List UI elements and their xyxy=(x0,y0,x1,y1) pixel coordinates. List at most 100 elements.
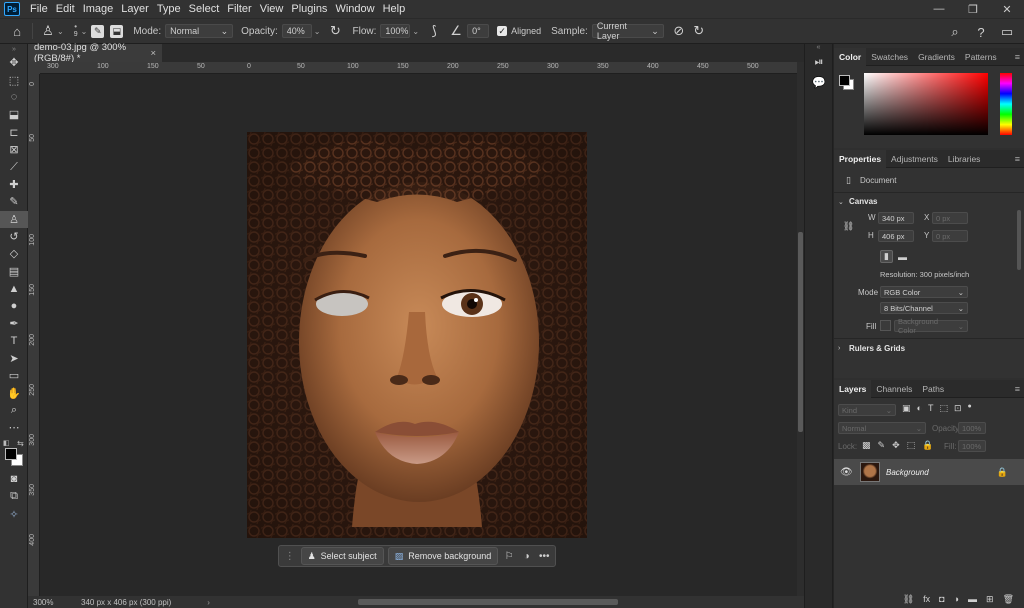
move-tool-icon[interactable]: ✥ xyxy=(0,54,28,71)
preset-chevron-icon[interactable]: ⌄ xyxy=(57,27,64,36)
menu-window[interactable]: Window xyxy=(331,3,378,15)
gradient-tool-icon[interactable]: ▤ xyxy=(0,263,28,280)
shape-filter-icon[interactable]: ⬚ xyxy=(939,403,948,414)
menu-filter[interactable]: Filter xyxy=(223,3,255,15)
fill-color-swatch[interactable] xyxy=(880,320,891,331)
minimize-button[interactable]: — xyxy=(922,0,956,18)
height-input[interactable]: 406 px xyxy=(878,230,914,242)
close-window-button[interactable]: ✕ xyxy=(990,0,1024,18)
canvas-collapse-icon[interactable]: ⌄ xyxy=(838,198,844,206)
menu-layer[interactable]: Layer xyxy=(117,3,153,15)
portrait-orientation-icon[interactable]: ▮ xyxy=(880,250,893,263)
tab-patterns[interactable]: Patterns xyxy=(960,48,1002,66)
home-icon[interactable]: ⌂ xyxy=(8,22,26,40)
width-input[interactable]: 340 px xyxy=(878,212,914,224)
document-info[interactable]: 340 px x 406 px (300 ppi) xyxy=(81,598,171,607)
document-canvas[interactable] xyxy=(40,74,797,596)
canvas-section-title[interactable]: Canvas xyxy=(849,197,877,206)
menu-help[interactable]: Help xyxy=(379,3,410,15)
marquee-tool-icon[interactable]: ⬚ xyxy=(0,71,28,88)
landscape-orientation-icon[interactable]: ▬ xyxy=(896,250,909,263)
clone-source-icon[interactable]: ⬓ xyxy=(110,24,124,38)
color-field[interactable] xyxy=(864,73,988,135)
color-fg-swatch[interactable] xyxy=(839,75,850,86)
hand-tool-icon[interactable]: ✋ xyxy=(0,384,28,401)
pixel-filter-icon[interactable]: ▣ xyxy=(902,403,911,414)
layer-lock-icon[interactable]: 🔒 xyxy=(997,467,1008,478)
collapse-toolbar-icon[interactable]: » xyxy=(0,44,28,54)
flow-chevron-icon[interactable]: ⌄ xyxy=(412,27,419,36)
flow-input[interactable]: 100% xyxy=(380,24,411,38)
new-layer-icon[interactable]: ⊞ xyxy=(986,594,994,605)
link-layers-icon[interactable]: ⛓ xyxy=(903,594,914,605)
object-selection-tool-icon[interactable]: ⬓ xyxy=(0,106,28,123)
lock-artboard-icon[interactable]: ⬚ xyxy=(907,440,916,451)
smart-object-filter-icon[interactable]: ⊡ xyxy=(954,403,962,414)
mode-select[interactable]: Normal ⌄ xyxy=(165,24,234,38)
more-options-button[interactable]: ••• xyxy=(537,548,551,564)
menu-image[interactable]: Image xyxy=(79,3,118,15)
layer-opacity-input[interactable]: 100% xyxy=(958,422,986,434)
status-menu-icon[interactable]: › xyxy=(207,598,210,607)
vertical-ruler[interactable]: 0 50 100 150 200 250 300 350 400 xyxy=(28,74,40,596)
quick-mask-icon[interactable]: ◙ xyxy=(0,471,28,488)
sample-select[interactable]: Current Layer ⌄ xyxy=(591,21,664,41)
ruler-origin[interactable] xyxy=(28,62,40,74)
default-colors-icon[interactable]: ◧ xyxy=(3,439,10,447)
pressure-opacity-icon[interactable]: ↻ xyxy=(327,22,345,40)
tab-channels[interactable]: Channels xyxy=(871,380,917,398)
adjustment-filter-icon[interactable]: ◐ xyxy=(917,403,922,414)
menu-plugins[interactable]: Plugins xyxy=(287,3,331,15)
brush-size-picker[interactable]: • 9 xyxy=(74,23,78,39)
horizontal-ruler[interactable]: 300 100 150 50 0 50 100 150 200 250 300 … xyxy=(40,62,797,74)
clone-stamp-tool-icon[interactable]: ♙ xyxy=(0,210,28,228)
generative-icon[interactable]: ✧ xyxy=(0,505,28,522)
tab-paths[interactable]: Paths xyxy=(917,380,949,398)
drag-handle-icon[interactable]: ⋮ xyxy=(283,548,297,564)
layer-style-icon[interactable]: fx xyxy=(923,594,930,604)
type-filter-icon[interactable]: T xyxy=(928,403,934,414)
maximize-button[interactable]: ❐ xyxy=(956,0,990,18)
comments-panel-icon[interactable]: 💬 xyxy=(805,72,833,92)
visibility-eye-icon[interactable]: 👁 xyxy=(840,467,854,478)
photoshop-logo[interactable]: Ps xyxy=(4,2,20,16)
swap-colors-icon[interactable]: ⇆ xyxy=(17,439,24,448)
panel-menu-icon[interactable]: ≡ xyxy=(1015,154,1020,164)
rectangle-tool-icon[interactable]: ▭ xyxy=(0,367,28,384)
layer-fill-input[interactable]: 100% xyxy=(958,440,986,452)
tab-color[interactable]: Color xyxy=(834,47,867,66)
opacity-input[interactable]: 40% xyxy=(281,24,312,38)
panel-menu-icon[interactable]: ≡ xyxy=(1015,384,1020,394)
collapse-icon[interactable]: « xyxy=(805,44,832,52)
lasso-tool-icon[interactable]: ◌ xyxy=(0,89,28,106)
tab-adjustments[interactable]: Adjustments xyxy=(886,150,943,168)
lock-all-icon[interactable]: 🔒 xyxy=(922,440,933,451)
crop-tool-icon[interactable]: ⊏ xyxy=(0,124,28,141)
tab-swatches[interactable]: Swatches xyxy=(866,48,913,66)
foreground-color-swatch[interactable] xyxy=(5,447,17,460)
history-brush-tool-icon[interactable]: ↺ xyxy=(0,228,28,245)
remove-background-button[interactable]: ▨ Remove background xyxy=(387,547,499,565)
hue-slider[interactable] xyxy=(1000,73,1012,135)
bit-depth-select[interactable]: 8 Bits/Channel ⌄ xyxy=(880,302,968,314)
panel-menu-icon[interactable]: ≡ xyxy=(1015,52,1020,62)
blur-tool-icon[interactable]: ▲ xyxy=(0,280,28,297)
menu-type[interactable]: Type xyxy=(153,3,185,15)
properties-scrollbar[interactable] xyxy=(1017,210,1021,270)
vertical-scrollbar[interactable] xyxy=(797,62,804,596)
new-group-icon[interactable]: ▬ xyxy=(968,594,977,604)
rulers-expand-icon[interactable]: › xyxy=(838,345,840,352)
angle-input[interactable]: 0° xyxy=(467,24,490,38)
lock-pixels-icon[interactable]: ✎ xyxy=(878,440,886,451)
clone-stamp-preset-icon[interactable]: ♙ xyxy=(39,22,57,40)
eraser-tool-icon[interactable]: ◇ xyxy=(0,245,28,262)
horizontal-scrollbar-thumb[interactable] xyxy=(358,599,618,605)
link-dimensions-icon[interactable]: ⛓ xyxy=(842,220,855,233)
ignore-adjustment-icon[interactable]: ⊘ xyxy=(670,22,688,40)
lock-position-icon[interactable]: ✥ xyxy=(892,440,900,451)
opacity-chevron-icon[interactable]: ⌄ xyxy=(314,27,321,36)
portrait-photo[interactable] xyxy=(247,132,587,538)
pen-tool-icon[interactable]: ✒ xyxy=(0,315,28,332)
zoom-tool-icon[interactable]: ⌕ xyxy=(0,402,28,419)
tab-libraries[interactable]: Libraries xyxy=(943,150,986,168)
